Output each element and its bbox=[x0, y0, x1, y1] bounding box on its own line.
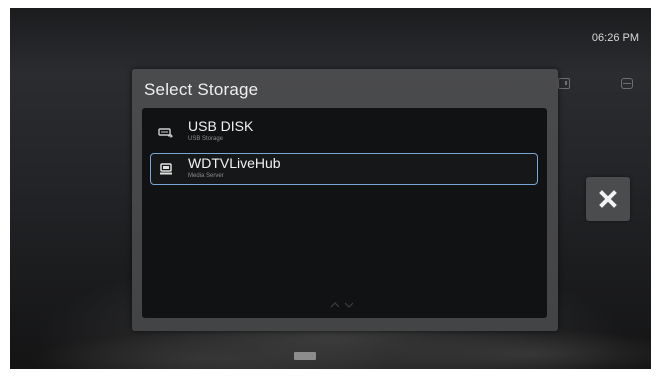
close-icon bbox=[599, 190, 617, 208]
storage-item-type: Media Server bbox=[188, 173, 224, 179]
chevron-down-icon[interactable] bbox=[344, 302, 354, 308]
media-server-icon bbox=[160, 163, 172, 175]
select-storage-dialog: Select Storage USB DISK USB Storage WDTV… bbox=[132, 69, 558, 331]
storage-item-name: WDTVLiveHub bbox=[188, 155, 281, 171]
close-button[interactable] bbox=[586, 177, 630, 221]
chevron-up-icon[interactable] bbox=[330, 302, 340, 308]
usb-drive-icon bbox=[158, 128, 173, 138]
storage-list: USB DISK USB Storage WDTVLiveHub Media S… bbox=[142, 108, 547, 318]
tv-screen: 06:26 PM Select Storage USB DISK USB Sto… bbox=[10, 8, 651, 369]
scroll-arrows[interactable] bbox=[328, 301, 356, 309]
storage-item-name: USB DISK bbox=[188, 118, 254, 134]
clock: 06:26 PM bbox=[591, 32, 639, 44]
storage-item-wdtvlivehub[interactable]: WDTVLiveHub Media Server bbox=[150, 153, 538, 185]
storage-icon bbox=[621, 78, 633, 89]
storage-item-usb-disk[interactable]: USB DISK USB Storage bbox=[150, 116, 538, 148]
page-indicator bbox=[294, 352, 316, 360]
window-icon bbox=[558, 78, 570, 89]
dialog-title: Select Storage bbox=[144, 80, 259, 99]
storage-item-type: USB Storage bbox=[188, 136, 224, 142]
